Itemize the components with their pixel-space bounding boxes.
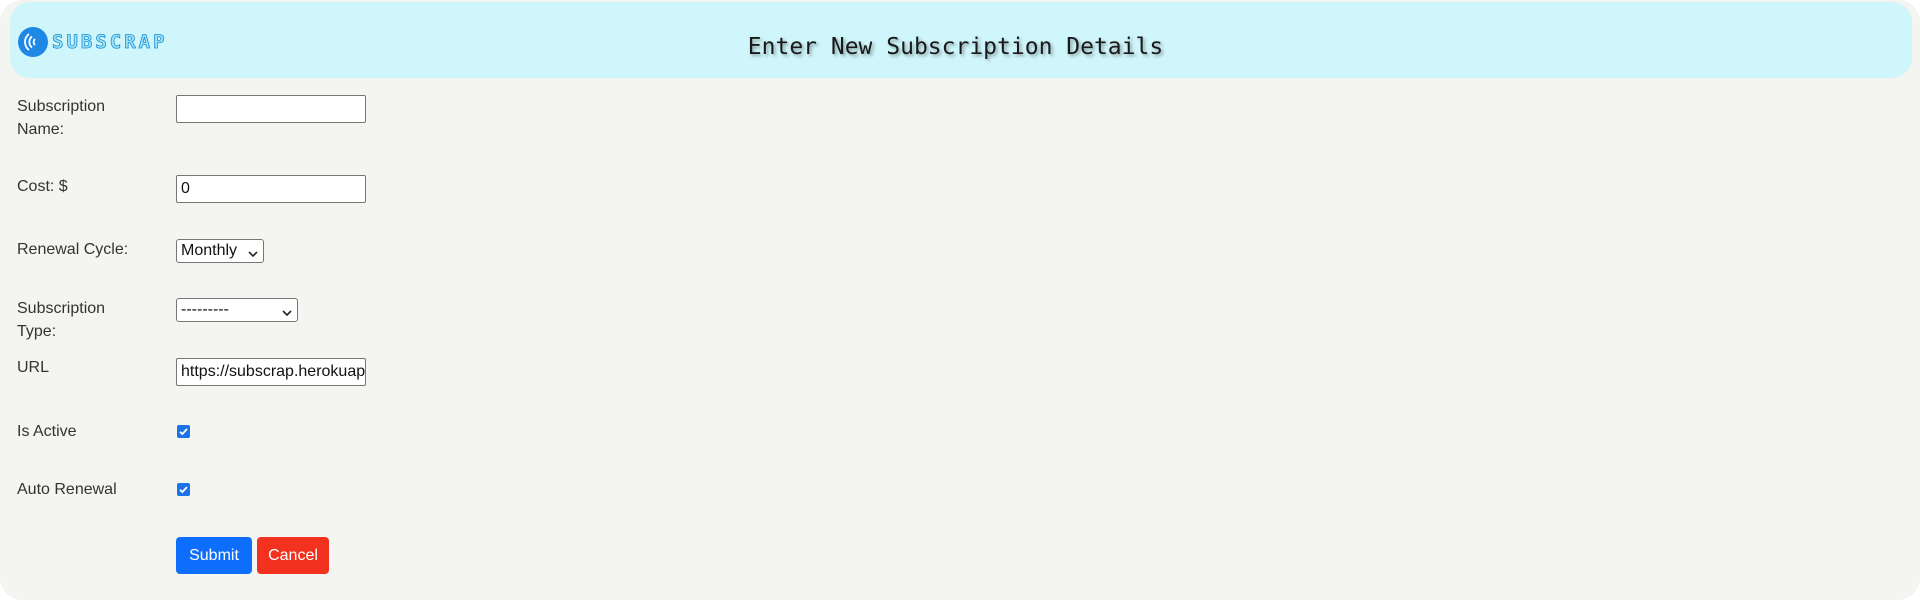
page-title: Enter New Subscription Details <box>747 34 1164 60</box>
subscription-name-input[interactable] <box>176 95 366 123</box>
renewal-cycle-label: Renewal Cycle: <box>17 241 129 258</box>
renewal-cycle-value: Monthly <box>181 242 238 259</box>
chevron-down-icon <box>248 246 258 264</box>
subscription-type-value: --------- <box>181 301 229 318</box>
url-input[interactable]: https://subscrap.herokuapp <box>176 358 366 386</box>
auto-renewal-label: Auto Renewal <box>17 481 117 498</box>
page-background: SUBSCRAP Enter New Subscription Details … <box>0 0 1920 600</box>
is-active-label: Is Active <box>17 423 77 440</box>
cancel-button[interactable]: Cancel <box>257 537 329 574</box>
renewal-cycle-select[interactable]: Monthly <box>176 239 264 263</box>
check-icon <box>179 428 188 436</box>
cost-label: Cost: $ <box>17 178 68 195</box>
url-label: URL <box>17 359 50 376</box>
subscription-type-select[interactable]: --------- <box>176 298 298 322</box>
is-active-checkbox[interactable] <box>177 425 190 438</box>
header-bar: SUBSCRAP Enter New Subscription Details <box>10 2 1912 78</box>
chevron-down-icon <box>282 305 292 323</box>
submit-button[interactable]: Submit <box>176 537 252 574</box>
subscription-name-label: Subscription Name: <box>17 98 106 138</box>
auto-renewal-checkbox[interactable] <box>177 483 190 496</box>
subscription-type-label: Subscription Type: <box>17 300 106 340</box>
check-icon <box>179 486 188 494</box>
cost-input[interactable]: 0 <box>176 175 366 203</box>
